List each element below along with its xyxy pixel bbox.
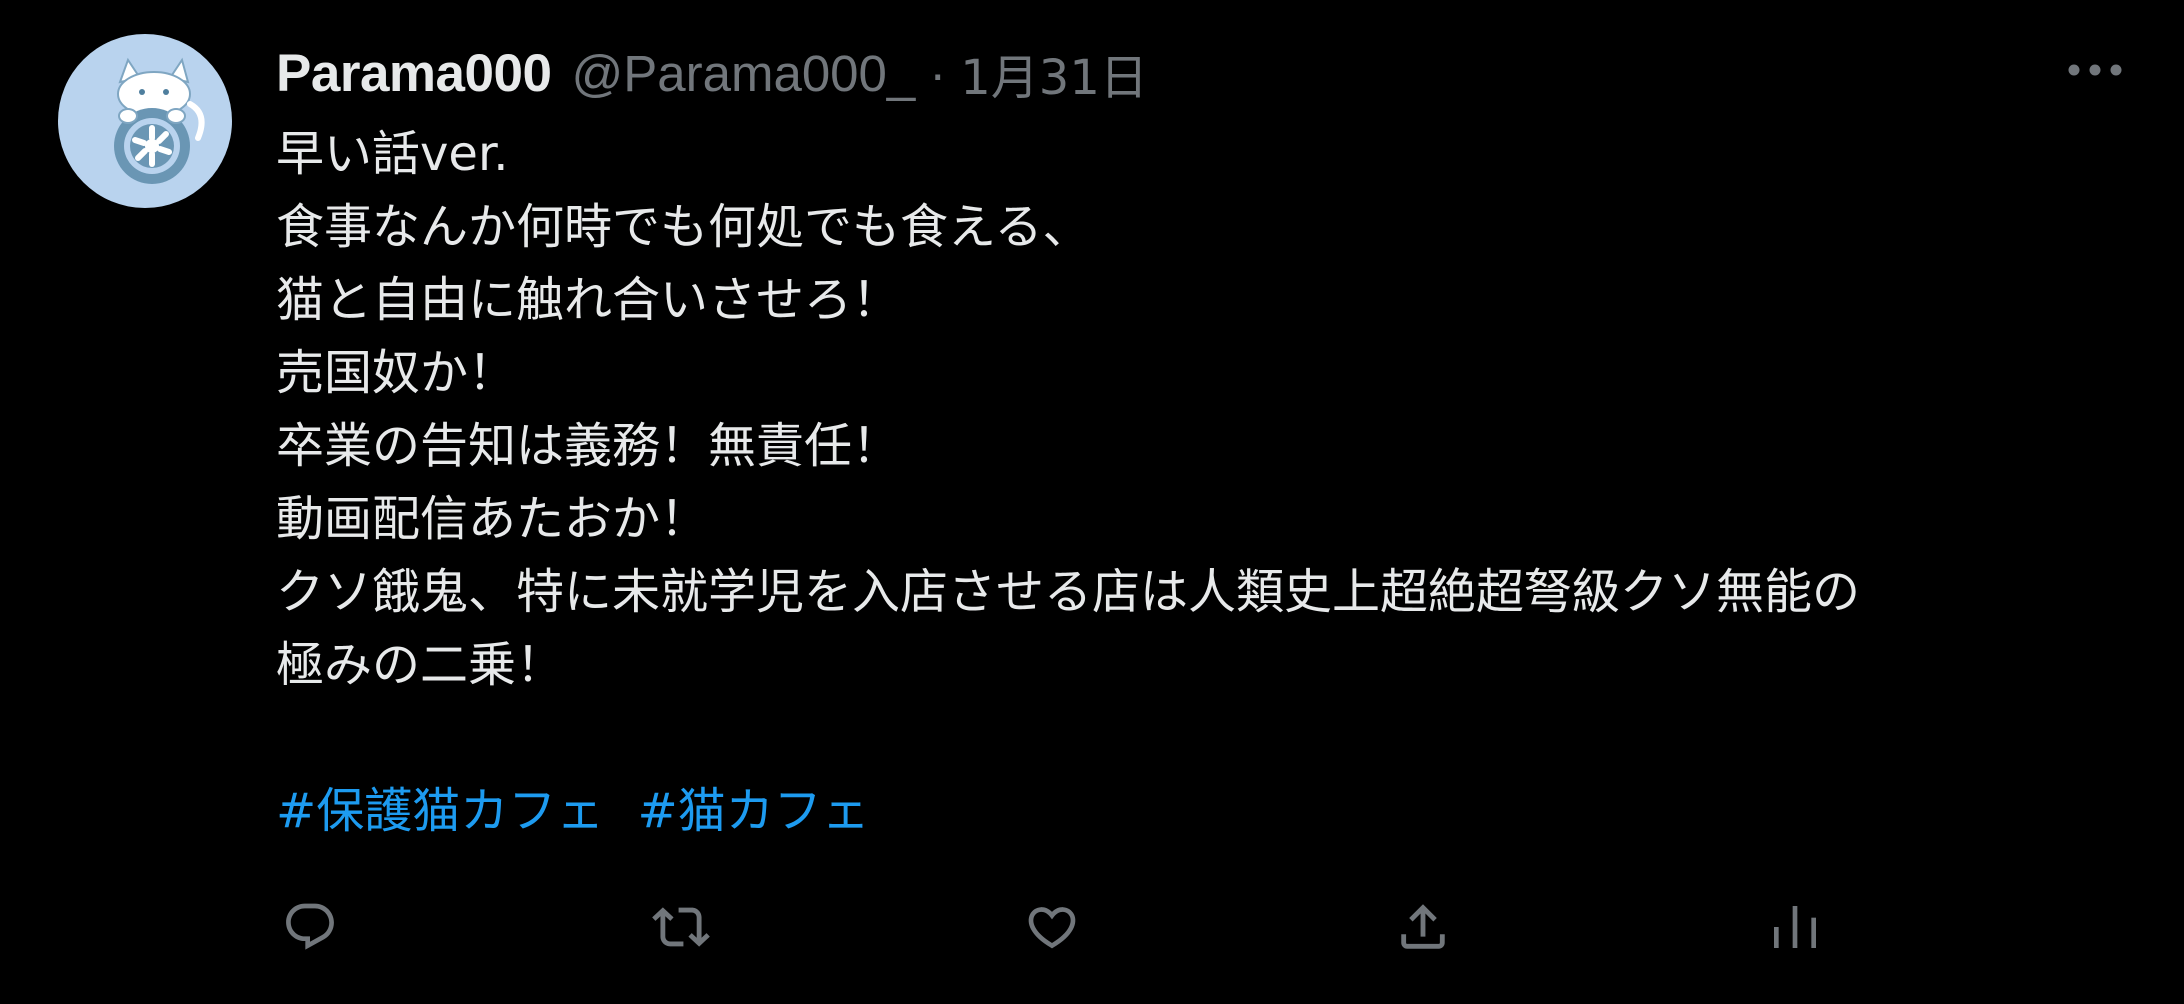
tweet-text-line: 食事なんか何時でも何処でも食える、 xyxy=(276,199,1091,255)
tweet-text: 早い話ver. 食事なんか何時でも何処でも食える、 猫と自由に触れ合いさせろ！ … xyxy=(276,118,2156,702)
tweet-text-line: 卒業の告知は義務！無責任！ xyxy=(276,418,901,474)
share-button[interactable] xyxy=(1388,892,1458,962)
tweet-text-line: 動画配信あたおか！ xyxy=(276,491,709,547)
heart-icon xyxy=(1028,907,1076,949)
hashtag-link[interactable]: #保護猫カフェ xyxy=(276,783,604,839)
like-button[interactable] xyxy=(1017,892,1087,962)
retweet-icon xyxy=(652,907,710,947)
tweet-text-line: 極みの二乗！ xyxy=(276,637,565,693)
reply-button[interactable] xyxy=(275,892,345,962)
analytics-button[interactable] xyxy=(1760,892,1830,962)
tweet-header: Parama000 @Parama000_ · 1月31日 xyxy=(276,38,1148,108)
hashtag-link[interactable]: #猫カフェ xyxy=(638,783,870,839)
tweet[interactable]: Parama000 @Parama000_ · 1月31日 早い話ver. 食事… xyxy=(0,0,2184,1004)
reply-icon xyxy=(286,903,334,950)
tweet-actions xyxy=(0,892,2184,962)
cat-with-wheel-avatar-icon xyxy=(114,57,205,184)
analytics-icon xyxy=(1774,906,1816,948)
more-horizontal-icon xyxy=(2068,64,2122,76)
hashtags: #保護猫カフェ #猫カフェ xyxy=(276,775,870,848)
more-button[interactable] xyxy=(2060,50,2130,90)
tweet-text-line: クソ餓鬼、特に未就学児を入店させる店は人類史上超絶超弩級クソ無能の xyxy=(276,564,1861,620)
share-icon xyxy=(1401,904,1445,949)
avatar[interactable] xyxy=(58,34,232,208)
retweet-button[interactable] xyxy=(646,892,716,962)
tweet-text-line: 早い話ver. xyxy=(276,126,509,182)
user-handle[interactable]: @Parama000_ xyxy=(571,44,915,103)
separator-dot: · xyxy=(929,44,947,102)
display-name[interactable]: Parama000 xyxy=(276,43,552,104)
tweet-text-line: 売国奴か！ xyxy=(276,345,517,401)
tweet-text-line: 猫と自由に触れ合いさせろ！ xyxy=(276,272,901,328)
timestamp[interactable]: 1月31日 xyxy=(960,38,1148,108)
